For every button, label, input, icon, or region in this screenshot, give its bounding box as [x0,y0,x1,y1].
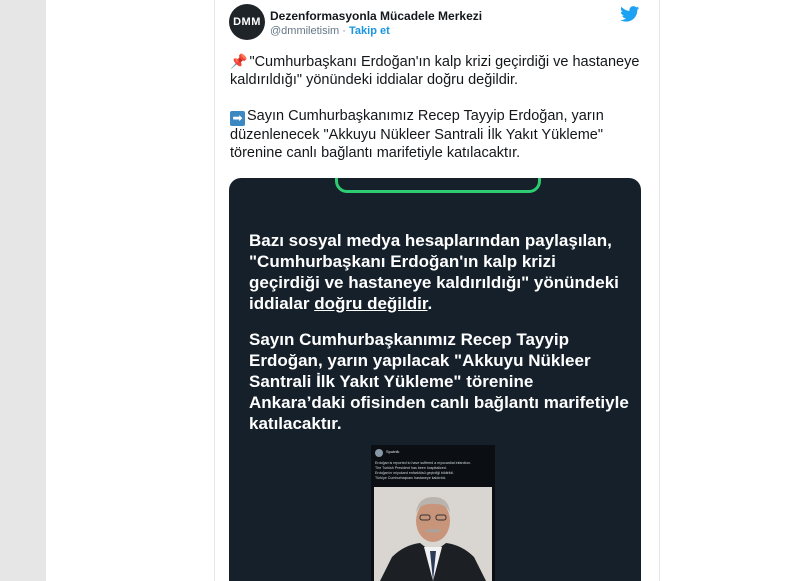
handle-row: @dmmiletisim · Takip et [270,25,390,37]
tweet-media-image[interactable]: Bazı sosyal medya hesaplarından paylaşıl… [229,178,641,581]
inner-tweet-text: Erdoğan is reported to have suffered a m… [375,461,491,481]
author-avatar[interactable]: DMM [229,4,265,40]
pushpin-icon: 📌 [230,53,248,69]
tweet-text: 📌 "Cumhurbaşkanı Erdoğan'ın kalp krizi ge… [230,52,650,162]
tweet-paragraph-1: 📌 "Cumhurbaşkanı Erdoğan'ın kalp krizi ge… [230,52,650,89]
inner-author: Sputnik [386,449,400,454]
twitter-bird-icon[interactable] [620,6,640,22]
left-gutter [0,0,46,581]
portrait-photo [374,487,492,581]
media-paragraph-1: Bazı sosyal medya hesaplarından paylaşıl… [249,230,629,314]
speech-bubble-decoration [335,178,541,193]
right-arrow-icon: ➡ [230,111,245,126]
tweet-text-p2: Sayın Cumhurbaşkanımız Recep Tayyip Erdo… [230,108,604,161]
tweet-paragraph-2: ➡ Sayın Cumhurbaşkanımız Recep Tayyip Erd… [230,107,650,162]
follow-link[interactable]: Takip et [349,25,390,37]
embedded-tweet: DMM Dezenformasyonla Mücadele Merkezi @d… [214,0,660,581]
author-handle[interactable]: @dmmiletisim [270,25,339,37]
media-p1-underlined: doğru değildir [314,294,428,313]
inner-avatar [375,449,383,457]
media-paragraph-2: Sayın Cumhurbaşkanımız Recep Tayyip Erdo… [249,329,629,434]
media-p2: Sayın Cumhurbaşkanımız Recep Tayyip Erdo… [249,330,629,433]
avatar-logo-text: DMM [233,16,261,28]
media-p1-suffix: . [427,294,433,313]
inner-line-4: Türkiye Cumhurbaşkanı hastaneye kaldırıl… [375,476,447,480]
media-p1-prefix: Bazı sosyal medya hesaplarından paylaşıl… [249,231,619,313]
tweet-text-p1: "Cumhurbaşkanı Erdoğan'ın kalp krizi geç… [230,54,640,88]
separator-dot: · [342,25,346,37]
inner-tweet-screenshot: Sputnik Erdoğan is reported to have suff… [371,445,495,581]
author-name[interactable]: Dezenformasyonla Mücadele Merkezi [270,9,482,23]
